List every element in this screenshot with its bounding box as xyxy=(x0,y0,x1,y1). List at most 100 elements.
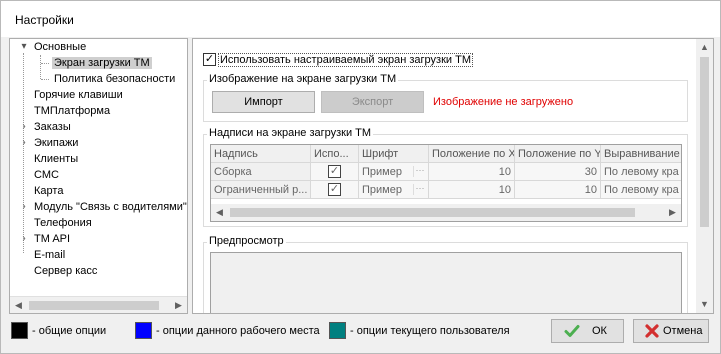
scroll-right-icon[interactable]: ▶ xyxy=(170,297,187,313)
cell-pos-x[interactable]: 10 xyxy=(429,181,515,199)
chevron-right-icon[interactable]: › xyxy=(18,199,30,215)
tree-item-orders[interactable]: › Заказы xyxy=(22,119,71,135)
cell-pos-x[interactable]: 10 xyxy=(429,163,515,181)
cell-align[interactable]: По левому кра xyxy=(601,163,681,181)
tree-horizontal-scrollbar[interactable]: ◀ ▶ xyxy=(10,296,187,313)
tree-item-basic[interactable]: ▾ Основные xyxy=(21,39,87,55)
tree-item-cash-server[interactable]: Сервер касс xyxy=(34,263,97,279)
grid-horizontal-scrollbar[interactable]: ◀ ▶ xyxy=(211,204,681,221)
column-header-used[interactable]: Испо... xyxy=(311,145,359,163)
row-used-checkbox[interactable]: ✓ xyxy=(328,183,341,196)
cell-used[interactable]: ✓ xyxy=(311,181,359,199)
tree-guide-line xyxy=(40,55,41,79)
cell-pos-y[interactable]: 30 xyxy=(515,163,601,181)
legend-swatch-general xyxy=(11,322,28,339)
font-picker-icon[interactable]: ··· xyxy=(413,184,426,195)
tree-item-security-policy[interactable]: Политика безопасности xyxy=(54,71,175,87)
tree-item-boot-screen[interactable]: Экран загрузки ТМ xyxy=(52,55,152,71)
cell-pos-y[interactable]: 10 xyxy=(515,181,601,199)
tree-item-label: Экран загрузки ТМ xyxy=(52,57,152,69)
tree-item-map[interactable]: Карта xyxy=(34,183,63,199)
tree-item-label: Основные xyxy=(34,41,87,53)
tree-item-label: Карта xyxy=(34,185,64,197)
captions-group-title: Надписи на экране загрузки ТМ xyxy=(207,127,374,139)
chevron-right-icon[interactable]: › xyxy=(18,135,30,151)
window-title: Настройки xyxy=(15,13,74,27)
cell-font[interactable]: Пример ··· xyxy=(359,163,429,181)
settings-window: Настройки ▾ Основные Экран загрузки ТМ П… xyxy=(0,0,721,354)
preview-group-title: Предпросмотр xyxy=(207,235,286,247)
tree-guide-line xyxy=(41,79,49,80)
tree-item-label: СМС xyxy=(34,169,59,181)
column-header-pos-y[interactable]: Положение по Y xyxy=(515,145,601,163)
tree-item-clients[interactable]: Клиенты xyxy=(34,151,78,167)
cell-font[interactable]: Пример ··· xyxy=(359,181,429,199)
scrollbar-thumb[interactable] xyxy=(700,57,709,227)
cell-align[interactable]: По левому кра xyxy=(601,181,681,199)
settings-tree[interactable]: ▾ Основные Экран загрузки ТМ Политика бе… xyxy=(9,38,188,314)
chevron-down-icon[interactable]: ▾ xyxy=(18,39,30,55)
tree-guide-line xyxy=(41,63,49,64)
tree-item-label: TM API xyxy=(34,233,71,245)
tree-item-telephony[interactable]: Телефония xyxy=(34,215,92,231)
use-custom-screen-label[interactable]: Использовать настраиваемый экран загрузк… xyxy=(218,53,473,67)
tree-item-label: Политика безопасности xyxy=(54,73,176,85)
tree-item-crews[interactable]: › Экипажи xyxy=(22,135,79,151)
cell-caption[interactable]: Сборка xyxy=(211,163,311,181)
ok-label: ОК xyxy=(592,325,607,337)
tree-item-label: Телефония xyxy=(34,217,92,229)
font-sample: Пример xyxy=(362,184,402,196)
scroll-left-icon[interactable]: ◀ xyxy=(10,297,27,313)
tree-item-hotkeys[interactable]: Горячие клавиши xyxy=(34,87,123,103)
close-icon xyxy=(645,324,659,338)
tree-item-sms[interactable]: СМС xyxy=(34,167,59,183)
chevron-right-icon[interactable]: › xyxy=(18,231,30,247)
scroll-right-icon[interactable]: ▶ xyxy=(664,204,681,221)
scroll-down-icon[interactable]: ▼ xyxy=(696,296,713,313)
export-button[interactable]: Экспорт xyxy=(321,91,424,113)
legend-swatch-workplace xyxy=(135,322,152,339)
tree-item-label: Сервер касс xyxy=(34,265,98,277)
tree-item-email[interactable]: E-mail xyxy=(34,247,65,263)
legend-swatch-user xyxy=(329,322,346,339)
legend-user-label: - опции текущего пользователя xyxy=(350,325,510,337)
ok-button[interactable]: ОК xyxy=(551,319,624,343)
chevron-right-icon[interactable]: › xyxy=(18,119,30,135)
cell-caption[interactable]: Ограниченный р... xyxy=(211,181,311,199)
column-header-align[interactable]: Выравнивание xyxy=(601,145,681,163)
tree-item-tmplatform[interactable]: ТМПлатформа xyxy=(34,103,110,119)
title-bar: Настройки xyxy=(1,1,720,37)
scroll-up-icon[interactable]: ▲ xyxy=(696,39,713,56)
image-status-text: Изображение не загружено xyxy=(433,96,574,108)
column-header-pos-x[interactable]: Положение по X xyxy=(429,145,515,163)
row-used-checkbox[interactable]: ✓ xyxy=(328,165,341,178)
tree-guide-line xyxy=(23,53,24,253)
tree-item-label: Экипажи xyxy=(34,137,79,149)
scroll-left-icon[interactable]: ◀ xyxy=(211,204,228,221)
tree-item-tm-api[interactable]: › TM API xyxy=(22,231,71,247)
column-header-font[interactable]: Шрифт xyxy=(359,145,429,163)
tree-item-label: E-mail xyxy=(34,249,66,261)
tree-item-label: Модуль "Связь с водителями" xyxy=(34,201,187,213)
tree-item-label: Клиенты xyxy=(34,153,79,165)
cancel-button[interactable]: Отмена xyxy=(633,319,709,343)
captions-grid[interactable]: Надпись Испо... Шрифт Положение по X Пол… xyxy=(210,144,682,222)
panel-vertical-scrollbar[interactable]: ▲ ▼ xyxy=(696,39,713,313)
tree-item-label: Горячие клавиши xyxy=(34,89,123,101)
use-custom-screen-checkbox[interactable]: ✓ xyxy=(203,53,216,66)
scrollbar-thumb[interactable] xyxy=(29,301,159,310)
font-picker-icon[interactable]: ··· xyxy=(413,166,426,177)
tree-item-label: Заказы xyxy=(34,121,71,133)
font-sample: Пример xyxy=(362,166,402,178)
tree-item-driver-module[interactable]: › Модуль "Связь с водителями" xyxy=(22,199,187,215)
column-header-caption[interactable]: Надпись xyxy=(211,145,311,163)
import-button[interactable]: Импорт xyxy=(212,91,315,113)
image-group-title: Изображение на экране загрузки ТМ xyxy=(207,73,399,85)
scrollbar-thumb[interactable] xyxy=(230,208,635,217)
checkmark-icon xyxy=(564,325,580,337)
cancel-label: Отмена xyxy=(663,325,703,337)
cell-used[interactable]: ✓ xyxy=(311,163,359,181)
settings-panel: ✓ Использовать настраиваемый экран загру… xyxy=(192,38,714,314)
legend-workplace-label: - опции данного рабочего места xyxy=(156,325,320,337)
preview-area xyxy=(210,252,682,313)
